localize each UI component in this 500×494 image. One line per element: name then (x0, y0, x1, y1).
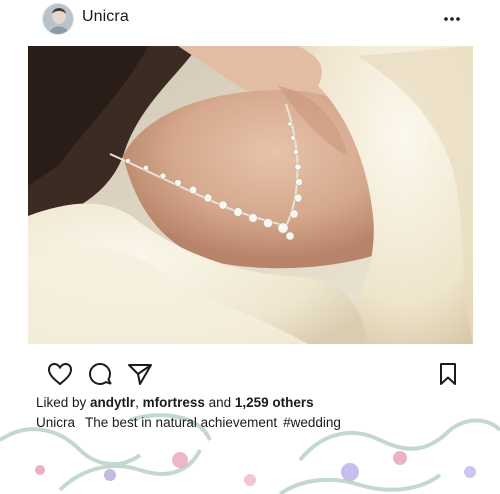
comment-icon[interactable] (86, 360, 114, 388)
avatar[interactable] (42, 3, 74, 35)
heart-icon[interactable] (46, 360, 74, 388)
liked-prefix: Liked by (36, 395, 91, 410)
necklace-photo (28, 46, 473, 344)
liked-user-link[interactable]: mfortress (143, 395, 205, 410)
liked-user-link[interactable]: andytlr (90, 395, 135, 410)
post-username[interactable]: Unicra (82, 8, 129, 26)
action-bar (0, 356, 500, 392)
bookmark-icon[interactable] (434, 360, 462, 388)
liked-count-link[interactable]: 1,259 others (235, 395, 314, 410)
post-header: Unicra (0, 0, 500, 40)
caption-text: The best in natural achievement (85, 415, 278, 430)
caption-author[interactable]: Unicra (36, 415, 75, 430)
hashtag-link[interactable]: #wedding (283, 415, 341, 430)
liked-separator: , (135, 395, 143, 410)
more-options-icon[interactable] (440, 9, 464, 29)
liked-and: and (204, 395, 235, 410)
avatar-image (43, 4, 73, 34)
post-caption: Unicra The best in natural achievement #we… (36, 415, 341, 430)
instagram-post: Unicra Liked by andytlr, mfortress and 1… (0, 0, 500, 494)
post-photo[interactable] (28, 46, 473, 344)
likes-summary: Liked by andytlr, mfortress and 1,259 ot… (36, 395, 314, 410)
paper-plane-icon[interactable] (126, 360, 154, 388)
